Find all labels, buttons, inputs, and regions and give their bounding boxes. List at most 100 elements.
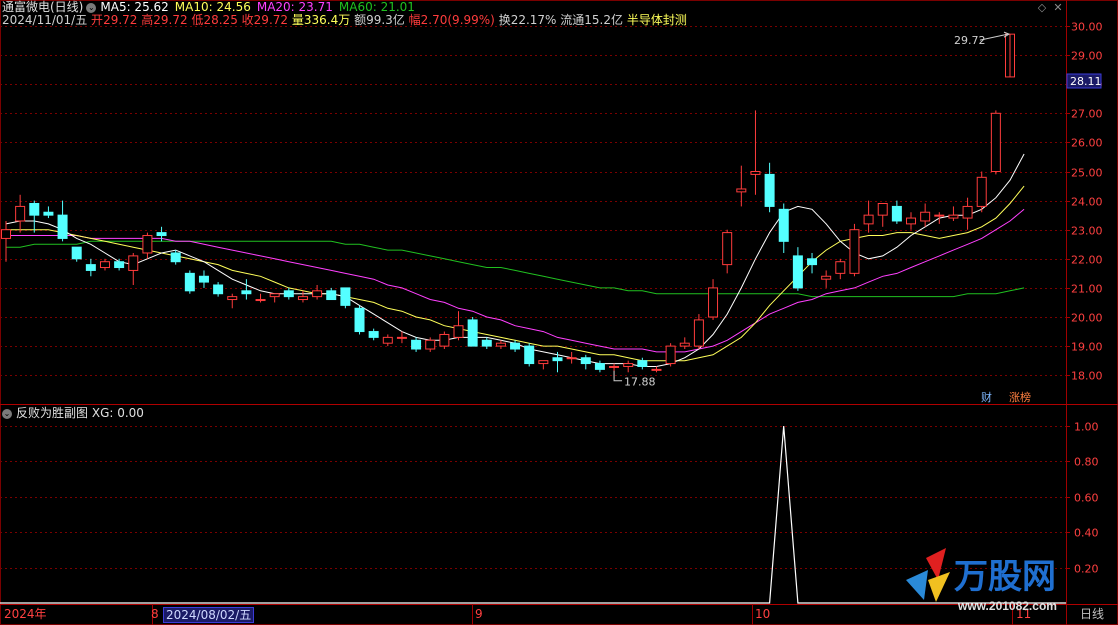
candle-body[interactable] xyxy=(312,290,323,298)
candle-body[interactable] xyxy=(679,342,690,347)
candle-body[interactable] xyxy=(990,112,1001,173)
candle-body[interactable] xyxy=(340,287,351,306)
candle-body[interactable] xyxy=(156,232,167,237)
candle-body[interactable] xyxy=(962,205,973,219)
candle-body[interactable] xyxy=(354,307,365,333)
indicator-tick-label: 0.60 xyxy=(1074,492,1099,505)
candle-body[interactable] xyxy=(934,214,945,217)
candle-body[interactable] xyxy=(128,255,139,271)
candle-body[interactable] xyxy=(85,264,96,271)
candle-body[interactable] xyxy=(368,331,379,338)
candle-body[interactable] xyxy=(891,205,902,222)
candle-body[interactable] xyxy=(906,217,917,225)
candle-body[interactable] xyxy=(552,357,563,362)
candle-body[interactable] xyxy=(227,296,238,301)
chart-canvas[interactable]: 30.0029.0028.0027.0026.0025.0024.0023.00… xyxy=(0,0,1118,625)
candle-body[interactable] xyxy=(976,176,987,207)
candle-body[interactable] xyxy=(467,319,478,347)
price-tick-label: 27.00 xyxy=(1071,108,1103,121)
candle-body[interactable] xyxy=(665,345,676,365)
candle-body[interactable] xyxy=(693,319,704,347)
finance-badge[interactable]: 财 xyxy=(979,391,994,405)
close-icon[interactable]: ✕ xyxy=(1052,2,1064,14)
candle-body[interactable] xyxy=(43,211,54,216)
candle-body[interactable] xyxy=(849,229,860,274)
candle-body[interactable] xyxy=(241,290,252,295)
candle-body[interactable] xyxy=(948,214,959,219)
header-quote-line: 2024/11/01/五 开29.72 高29.72 低28.25 收29.72… xyxy=(2,13,687,27)
candle-body[interactable] xyxy=(637,360,648,367)
watermark-title: 万股网 xyxy=(954,558,1056,596)
candle-body[interactable] xyxy=(283,290,294,298)
candle-body[interactable] xyxy=(425,339,436,350)
candle-body[interactable] xyxy=(15,205,26,222)
change-value: 2.70(9.99%) xyxy=(420,13,495,27)
indicator-chevron-icon[interactable]: ⌄ xyxy=(2,408,12,419)
candle-body[interactable] xyxy=(297,296,308,301)
candle-body[interactable] xyxy=(651,368,662,371)
header-ma-line: 通富微电(日线) ⌄ MA5: 25.62 MA10: 24.56 MA20: 23.7… xyxy=(2,0,415,14)
candle-body[interactable] xyxy=(835,261,846,274)
candle-body[interactable] xyxy=(863,214,874,225)
candle-body[interactable] xyxy=(326,290,337,301)
candle-body[interactable] xyxy=(411,339,422,350)
candle-body[interactable] xyxy=(142,235,153,254)
candle-body[interactable] xyxy=(213,284,224,295)
candle-body[interactable] xyxy=(623,363,634,367)
candle-body[interactable] xyxy=(566,357,577,360)
candle-body[interactable] xyxy=(114,261,125,269)
diamond-icon[interactable]: ◇ xyxy=(1036,2,1048,14)
candle-body[interactable] xyxy=(877,203,888,216)
ma10-line xyxy=(6,185,1025,362)
dropdown-chevron-icon[interactable]: ⌄ xyxy=(86,2,97,13)
ma60-label: MA60: 21.01 xyxy=(338,0,415,14)
low-value: 28.25 xyxy=(203,13,238,27)
candle-body[interactable] xyxy=(821,275,832,280)
candle-body[interactable] xyxy=(792,255,803,289)
candle-body[interactable] xyxy=(396,336,407,339)
candle-body[interactable] xyxy=(594,363,605,370)
price-tick-label: 26.00 xyxy=(1071,137,1103,150)
candle-body[interactable] xyxy=(255,299,266,302)
amount-label: 额 xyxy=(354,13,367,27)
price-tick-label: 21.00 xyxy=(1071,283,1103,296)
candle-body[interactable] xyxy=(524,345,535,365)
ma5-label: MA5: 25.62 xyxy=(100,0,169,14)
candle-body[interactable] xyxy=(538,360,549,365)
candle-body[interactable] xyxy=(29,203,40,216)
ma5-line xyxy=(5,153,1025,367)
candle-body[interactable] xyxy=(750,171,761,175)
vol-value: 336.4万 xyxy=(303,13,351,27)
close-value: 29.72 xyxy=(253,13,289,27)
candle-body[interactable] xyxy=(495,342,506,347)
candle-body[interactable] xyxy=(198,275,209,283)
candle-body[interactable] xyxy=(920,211,931,222)
price-tick-label: 30.00 xyxy=(1071,21,1103,34)
candle-body[interactable] xyxy=(453,325,464,338)
min-price-label: 17.88 xyxy=(624,376,656,389)
candle-body[interactable] xyxy=(170,252,181,263)
candle-body[interactable] xyxy=(57,214,68,239)
candle-body[interactable] xyxy=(736,188,747,193)
candle-body[interactable] xyxy=(778,208,789,242)
open-label: 开 xyxy=(91,13,104,27)
candle-body[interactable] xyxy=(580,357,591,365)
candle-body[interactable] xyxy=(269,293,280,298)
candle-body[interactable] xyxy=(764,173,775,207)
candle-body[interactable] xyxy=(71,246,82,260)
candle-body[interactable] xyxy=(439,333,450,347)
rank-badge[interactable]: 涨榜 xyxy=(1007,391,1033,405)
candle-body[interactable] xyxy=(1,229,11,239)
candle-body[interactable] xyxy=(510,342,521,350)
sector-link[interactable]: 半导体封测 xyxy=(627,13,687,27)
price-tick-label: 19.00 xyxy=(1071,341,1103,354)
candle-body[interactable] xyxy=(722,232,733,266)
candle-body[interactable] xyxy=(481,339,492,347)
candle-body[interactable] xyxy=(184,272,195,292)
candle-body[interactable] xyxy=(807,258,818,266)
candle-body[interactable] xyxy=(609,365,620,368)
turnover-value: 换22.17% xyxy=(498,13,557,27)
candle-body[interactable] xyxy=(382,336,393,344)
candle-body[interactable] xyxy=(99,261,110,269)
candle-body[interactable] xyxy=(708,287,719,318)
